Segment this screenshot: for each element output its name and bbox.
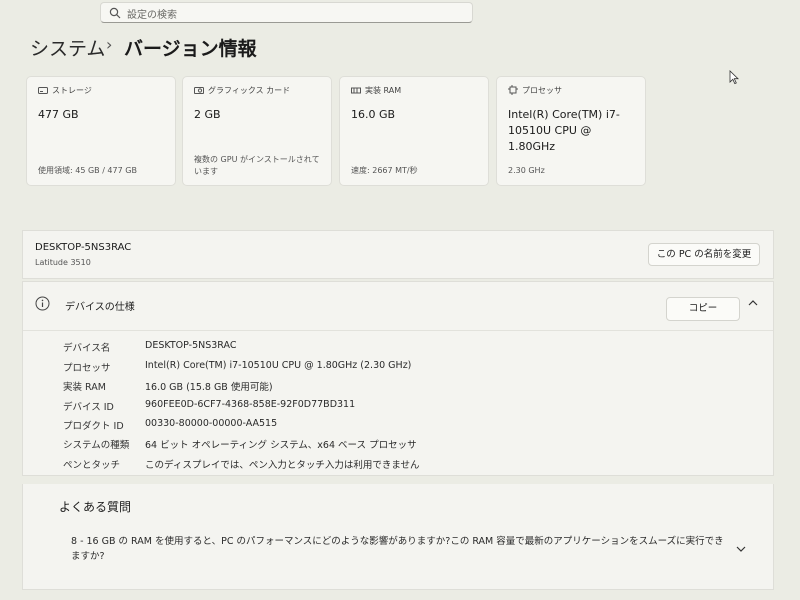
search-icon [109,7,121,19]
card-value: Intel(R) Core(TM) i7-10510U CPU @ 1.80GH… [508,108,620,153]
search-input[interactable]: 設定の検索 [100,2,473,23]
breadcrumb-parent[interactable]: システム [30,34,105,61]
device-model: Latitude 3510 [35,258,91,267]
card-subtext: 使用領域: 45 GB / 477 GB [38,166,137,175]
rename-pc-button[interactable]: この PC の名前を変更 [648,243,760,266]
card-label: グラフィックス カード [208,86,291,95]
device-specs-panel: デバイスの仕様 コピー デバイス名 DESKTOP-5NS3RAC プロセッサ … [22,281,774,476]
info-icon [35,296,50,311]
search-placeholder: 設定の検索 [127,10,177,21]
graphics-card[interactable]: グラフィックス カード 2 GB 複数の GPU がインストールされています [182,76,332,186]
chevron-down-icon[interactable] [735,544,747,554]
processor-card[interactable]: プロセッサ Intel(R) Core(TM) i7-10510U CPU @ … [496,76,646,186]
mouse-cursor-icon [729,70,739,85]
chevron-up-icon[interactable] [747,298,759,308]
processor-icon [508,85,518,95]
graphics-card-icon [194,87,204,94]
faq-panel: よくある質問 8 - 16 GB の RAM を使用すると、PC のパフォーマン… [22,484,774,590]
device-name: DESKTOP-5NS3RAC [35,242,132,253]
ram-icon [351,87,361,94]
card-label: プロセッサ [522,86,562,95]
card-value: 16.0 GB [351,108,396,121]
storage-icon [38,87,48,94]
card-subtext: 速度: 2667 MT/秒 [351,166,418,175]
card-value: 2 GB [194,108,221,121]
card-label: 実装 RAM [365,86,402,95]
faq-title: よくある質問 [59,500,132,514]
specs-title: デバイスの仕様 [65,302,135,313]
card-label: ストレージ [52,86,92,95]
card-subtext: 複数の GPU がインストールされています [194,155,320,176]
ram-card[interactable]: 実装 RAM 16.0 GB 速度: 2667 MT/秒 [339,76,489,186]
storage-card[interactable]: ストレージ 477 GB 使用領域: 45 GB / 477 GB [26,76,176,186]
card-value: 477 GB [38,108,79,121]
copy-button[interactable]: コピー [666,297,740,321]
device-name-panel: DESKTOP-5NS3RAC Latitude 3510 この PC の名前を… [22,230,774,279]
card-subtext: 2.30 GHz [508,166,545,175]
divider [23,330,773,331]
page-title: バージョン情報 [124,38,257,60]
faq-question[interactable]: 8 - 16 GB の RAM を使用すると、PC のパフォーマンスにどのような… [71,534,731,564]
chevron-right-icon: › [106,35,113,54]
